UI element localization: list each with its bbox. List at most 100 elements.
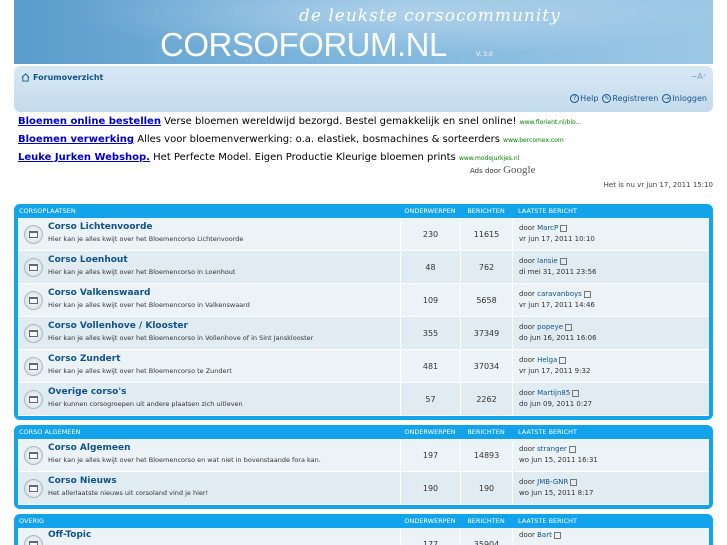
login-link[interactable]: → Inloggen	[662, 94, 707, 103]
forum-read-icon	[23, 323, 43, 343]
last-post-author[interactable]: JMB-GNR	[537, 478, 568, 486]
forum-title[interactable]: Corso Nieuws	[48, 476, 400, 486]
login-label: Inloggen	[672, 94, 707, 103]
category-title[interactable]: CORSOPLAATSEN	[18, 207, 400, 215]
version-label: V. 3.0	[476, 51, 493, 58]
last-post-author[interactable]: caravanboys	[537, 290, 582, 298]
forum-read-icon	[23, 445, 43, 465]
col-posts: BERICHTEN	[467, 517, 505, 525]
topics-count: 197	[400, 439, 460, 471]
last-post-author[interactable]: Martijn85	[537, 389, 570, 397]
by-prefix: door	[519, 478, 535, 486]
posts-count: 37349	[460, 317, 512, 349]
forum-desc: Hier kan je alles kwijt over het Bloemen…	[48, 301, 250, 309]
category-overig: OVERIG ONDERWERPEN BERICHTEN LAATSTE BER…	[14, 514, 713, 545]
forum-desc: Het allerlaatste nieuws uit corsoland vi…	[48, 489, 209, 497]
ad-link[interactable]: Bloemen verwerking	[18, 134, 134, 145]
last-post: door Martijn85 do jun 09, 2011 0:27	[512, 383, 709, 415]
category-corso-algemeen: CORSO ALGEMEEN ONDERWERPEN BERICHTEN LAA…	[14, 425, 713, 509]
ad-url[interactable]: www.florient.nl/blo...	[520, 119, 582, 126]
view-latest-post-icon[interactable]	[570, 478, 578, 486]
help-icon: ?	[570, 94, 580, 103]
posts-count: 35904	[460, 528, 512, 545]
ad-link[interactable]: Leuke Jurken Webshop.	[18, 152, 150, 163]
forum-title[interactable]: Corso Zundert	[48, 354, 400, 364]
last-post-date: vr jun 17, 2011 9:32	[519, 367, 591, 375]
forum-title[interactable]: Corso Loenhout	[48, 255, 400, 265]
forum-row: Corso Vollenhove / Klooster Hier kan je a…	[18, 317, 709, 350]
last-post-date: vr jun 17, 2011 10:10	[519, 235, 595, 243]
last-post-date: di mei 31, 2011 23:56	[519, 268, 597, 276]
login-icon: →	[662, 94, 672, 103]
forum-row: Corso Zundert Hier kan je alles kwijt ove…	[18, 350, 709, 383]
last-post: door MarcP vr jun 17, 2011 10:10	[512, 218, 709, 250]
register-label: Registreren	[612, 94, 659, 103]
help-link[interactable]: ? Help	[570, 94, 598, 103]
by-prefix: door	[519, 356, 535, 364]
last-post-author[interactable]: stranger	[537, 445, 567, 453]
user-links: ? Help ✎ Registreren → Inloggen	[570, 94, 707, 103]
posts-count: 762	[460, 251, 512, 283]
forum-desc: Hier kunnen corsogroepen uit andere plaa…	[48, 400, 243, 408]
forum-read-icon	[23, 389, 43, 409]
forum-title[interactable]: Corso Algemeen	[48, 443, 400, 453]
site-tagline: de leukste corsocommunity	[299, 6, 561, 26]
last-post-author[interactable]: Helga	[537, 356, 557, 364]
register-icon: ✎	[602, 94, 612, 103]
font-size-toggle[interactable]: −A⁺	[691, 72, 707, 81]
ad-url[interactable]: www.modojurkjes.nl	[459, 155, 519, 162]
view-latest-post-icon[interactable]	[560, 224, 568, 232]
forum-title[interactable]: Off-Topic	[48, 530, 400, 540]
view-latest-post-icon[interactable]	[559, 257, 567, 265]
ad-text: Verse bloemen wereldwijd bezorgd. Bestel…	[160, 116, 517, 127]
forum-title[interactable]: Overige corso's	[48, 387, 400, 397]
register-link[interactable]: ✎ Registreren	[602, 94, 658, 103]
ads-by-google[interactable]: Ads door Google	[470, 164, 536, 176]
header-banner[interactable]: de leukste corsocommunity CORSOFORUM.NL …	[14, 0, 713, 64]
ad-link[interactable]: Bloemen online bestellen	[18, 116, 161, 127]
category-title[interactable]: CORSO ALGEMEEN	[18, 428, 400, 436]
view-latest-post-icon[interactable]	[572, 389, 580, 397]
view-latest-post-icon[interactable]	[565, 323, 573, 331]
view-latest-post-icon[interactable]	[553, 531, 561, 539]
last-post-date: vr jun 17, 2011 14:46	[519, 301, 595, 309]
last-post-author[interactable]: popeye	[537, 323, 563, 331]
ad-item: Bloemen verwerking Alles voor bloemenver…	[18, 134, 708, 152]
current-time: Het is nu vr jun 17, 2011 15:10	[603, 181, 713, 189]
category-title[interactable]: OVERIG	[18, 517, 400, 525]
view-latest-post-icon[interactable]	[583, 290, 591, 298]
posts-count: 37034	[460, 350, 512, 382]
last-post: door Bart	[512, 528, 709, 545]
site-logo[interactable]: CORSOFORUM.NL	[160, 26, 447, 64]
ad-block: Bloemen online bestellen Verse bloemen w…	[18, 116, 708, 170]
forum-title[interactable]: Corso Valkenswaard	[48, 288, 400, 298]
forum-read-icon	[23, 224, 43, 244]
forum-title[interactable]: Corso Lichtenvoorde	[48, 222, 400, 232]
forum-title[interactable]: Corso Vollenhove / Klooster	[48, 321, 400, 331]
topics-count: 48	[400, 251, 460, 283]
forum-row: Overige corso's Hier kunnen corsogroepen …	[18, 383, 709, 416]
col-last: LAATSTE BERICHT	[518, 207, 577, 215]
logo-corso: CORSO	[160, 26, 279, 63]
last-post: door popeye do jun 16, 2011 16:06	[512, 317, 709, 349]
category-header: CORSOPLAATSEN ONDERWERPEN BERICHTEN LAAT…	[18, 204, 709, 218]
forum-desc: Hier kan je alles kwijt over het Bloemen…	[48, 367, 232, 375]
forum-desc: Hier kan je alles kwijt over het Bloemen…	[48, 268, 236, 276]
forum-index-link[interactable]: Forumoverzicht	[21, 73, 103, 82]
forum-read-icon	[23, 478, 43, 498]
logo-forum: FORUM.NL	[278, 26, 448, 63]
last-post-date: wo jun 15, 2011 8:17	[519, 489, 594, 497]
view-latest-post-icon[interactable]	[568, 445, 576, 453]
view-latest-post-icon[interactable]	[559, 356, 567, 364]
help-label: Help	[580, 94, 599, 103]
last-post-author[interactable]: Bart	[537, 531, 552, 539]
ad-url[interactable]: www.bercomex.com	[503, 137, 564, 144]
topics-count: 355	[400, 317, 460, 349]
topics-count: 57	[400, 383, 460, 415]
col-last: LAATSTE BERICHT	[518, 428, 577, 436]
forum-read-icon	[23, 356, 43, 376]
forum-read-icon	[23, 290, 43, 310]
last-post-author[interactable]: MarcP	[537, 224, 558, 232]
last-post-author[interactable]: lansie	[537, 257, 558, 265]
col-posts: BERICHTEN	[467, 428, 505, 436]
